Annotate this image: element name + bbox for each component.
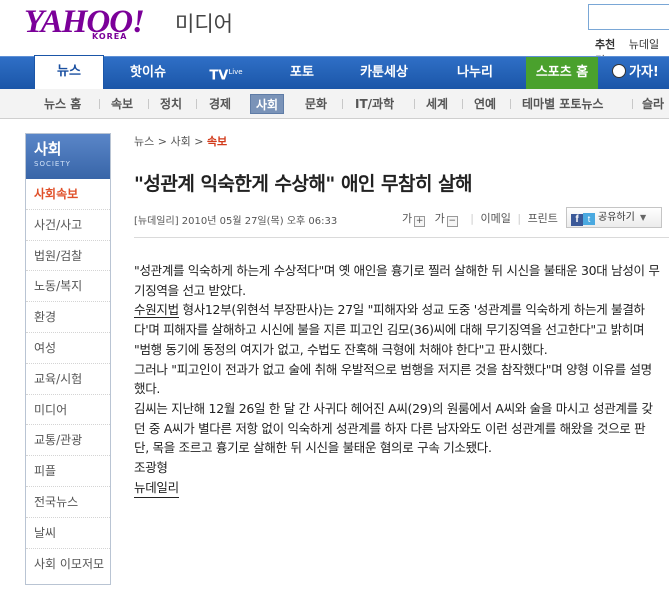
article-body: "성관계를 익숙하게 하는게 수상적다"며 옛 애인을 흉기로 찔러 살해한 뒤… — [134, 261, 660, 499]
breadcrumb-news[interactable]: 뉴스 — [134, 135, 154, 148]
sidebar-subtitle: SOCIETY — [34, 160, 71, 168]
gnb-go[interactable]: 가자! — [612, 57, 669, 90]
sidebar-item-court[interactable]: 법원/검찰 — [26, 241, 110, 272]
sidebar-item-traffic[interactable]: 교통/관광 — [26, 425, 110, 457]
lnb-divider — [148, 99, 149, 109]
article-source-link[interactable]: 뉴데일리 — [134, 478, 179, 499]
lnb-divider — [510, 99, 511, 109]
plus-icon[interactable]: + — [414, 216, 426, 227]
article: 뉴스 > 사회 > 속보 "성관계 익숙한게 수상해" 애인 무참히 살해 [뉴… — [134, 133, 669, 499]
print-button[interactable]: 프린트 — [528, 212, 558, 225]
lnb-culture[interactable]: 문화 — [305, 89, 327, 119]
lnb-slide[interactable]: 슬라 — [642, 89, 664, 119]
top-link-recommend[interactable]: 추천 — [595, 38, 615, 51]
article-source-date: [뉴데일리] 2010년 05월 27일(목) 오후 06:33 — [134, 216, 338, 227]
header: YAHOO! KOREA 미디어 추천 뉴데일리 — [0, 0, 669, 67]
font-smaller-label[interactable]: 가 — [435, 212, 445, 225]
sidebar-item-women[interactable]: 여성 — [26, 333, 110, 364]
lnb-it-science[interactable]: IT/과학 — [355, 89, 394, 119]
article-paragraph: 그러나 "피고인이 전과가 없고 술에 취해 우발적으로 범행을 저지른 것을 … — [134, 361, 652, 397]
gnb-cartoon[interactable]: 카툰세상 — [342, 57, 426, 90]
site-name[interactable]: 미디어 — [175, 8, 233, 38]
chevron-down-icon: ▼ — [640, 213, 647, 222]
sidebar-item-national[interactable]: 전국뉴스 — [26, 487, 110, 518]
sidebar-item-weather[interactable]: 날씨 — [26, 518, 110, 549]
tool-divider: | — [470, 212, 474, 225]
article-paragraph: "성관계를 익숙하게 하는게 수상적다"며 옛 애인을 흉기로 찔러 살해한 뒤… — [134, 263, 660, 298]
sidebar-item-labor[interactable]: 노동/복지 — [26, 271, 110, 303]
soccer-ball-icon — [612, 64, 626, 78]
search-input[interactable] — [588, 4, 669, 30]
sidebar-title: 사회 — [34, 140, 62, 158]
breadcrumb-breaking[interactable]: 속보 — [207, 135, 227, 148]
share-button[interactable]: f t 공유하기 ▼ — [566, 207, 662, 228]
article-tools: 가 + 가 − | 이메일 | 프린트 — [402, 210, 558, 227]
sidebar-header: 사회 SOCIETY — [26, 134, 110, 179]
sidebar-item-media[interactable]: 미디어 — [26, 395, 110, 426]
article-paragraph: 수원지법 형사12부(위현석 부장판사)는 27일 "피해자와 성교 도중 '성… — [134, 302, 645, 357]
sidebar-item-breaking[interactable]: 사회속보 — [26, 179, 110, 210]
section-nav: 뉴스 홈 속보 정치 경제 사회 문화 IT/과학 세계 연예 테마별 포토뉴스… — [0, 89, 669, 119]
sidebar: 사회 SOCIETY 사회속보 사건/사고 법원/검찰 노동/복지 환경 여성 … — [25, 133, 111, 585]
lnb-news-home[interactable]: 뉴스 홈 — [44, 89, 81, 119]
article-meta: [뉴데일리] 2010년 05월 27일(목) 오후 06:33 가 + 가 − |… — [134, 207, 669, 229]
lnb-divider — [196, 99, 197, 109]
share-label: 공유하기 — [598, 212, 635, 223]
sidebar-item-environment[interactable]: 환경 — [26, 302, 110, 333]
divider — [134, 237, 669, 238]
lnb-world[interactable]: 세계 — [426, 89, 448, 119]
article-author: 조광형 — [134, 460, 168, 476]
minus-icon[interactable]: − — [446, 216, 458, 227]
lnb-breaking[interactable]: 속보 — [111, 89, 133, 119]
sidebar-item-education[interactable]: 교육/시험 — [26, 364, 110, 395]
twitter-icon: t — [583, 213, 595, 225]
global-nav: 뉴스 핫이슈 TVLive 포토 카툰세상 나누리 스포츠 홈 가자! — [0, 55, 669, 90]
lnb-society[interactable]: 사회 — [250, 94, 285, 114]
gnb-photo[interactable]: 포토 — [274, 57, 330, 90]
lnb-economy[interactable]: 경제 — [209, 89, 231, 119]
lnb-divider — [632, 99, 633, 109]
email-button[interactable]: 이메일 — [480, 212, 510, 225]
yahoo-logo-sub: KOREA — [92, 32, 128, 41]
font-larger-label[interactable]: 가 — [402, 212, 412, 225]
breadcrumb-separator: > — [157, 135, 167, 148]
lnb-divider — [414, 99, 415, 109]
tool-divider: | — [517, 212, 522, 225]
sidebar-item-misc[interactable]: 사회 이모저모 — [26, 549, 110, 580]
lnb-entertainment[interactable]: 연예 — [474, 89, 496, 119]
sidebar-item-people[interactable]: 피플 — [26, 456, 110, 487]
court-link[interactable]: 수원지법 — [134, 302, 179, 319]
lnb-divider — [342, 99, 343, 109]
lnb-divider — [99, 99, 100, 109]
article-title: "성관계 익숙한게 수상해" 애인 무참히 살해 — [134, 173, 473, 195]
gnb-tv-live[interactable]: TVLive — [196, 57, 256, 90]
lnb-politics[interactable]: 정치 — [160, 89, 182, 119]
breadcrumb: 뉴스 > 사회 > 속보 — [134, 133, 669, 149]
breadcrumb-separator: > — [194, 135, 204, 148]
article-paragraph: 김씨는 지난해 12월 26일 한 달 간 사귀다 헤어진 A씨(29)의 원룸… — [134, 400, 653, 456]
gnb-hot-issue[interactable]: 핫이슈 — [118, 57, 178, 90]
gnb-nanuri[interactable]: 나누리 — [440, 57, 510, 90]
lnb-theme-photo[interactable]: 테마별 포토뉴스 — [522, 89, 603, 119]
gnb-news[interactable]: 뉴스 — [34, 55, 104, 90]
facebook-icon: f — [571, 214, 583, 226]
sidebar-item-incidents[interactable]: 사건/사고 — [26, 210, 110, 241]
lnb-divider — [462, 99, 463, 109]
breadcrumb-society[interactable]: 사회 — [170, 135, 190, 148]
gnb-sports-home[interactable]: 스포츠 홈 — [526, 57, 598, 90]
